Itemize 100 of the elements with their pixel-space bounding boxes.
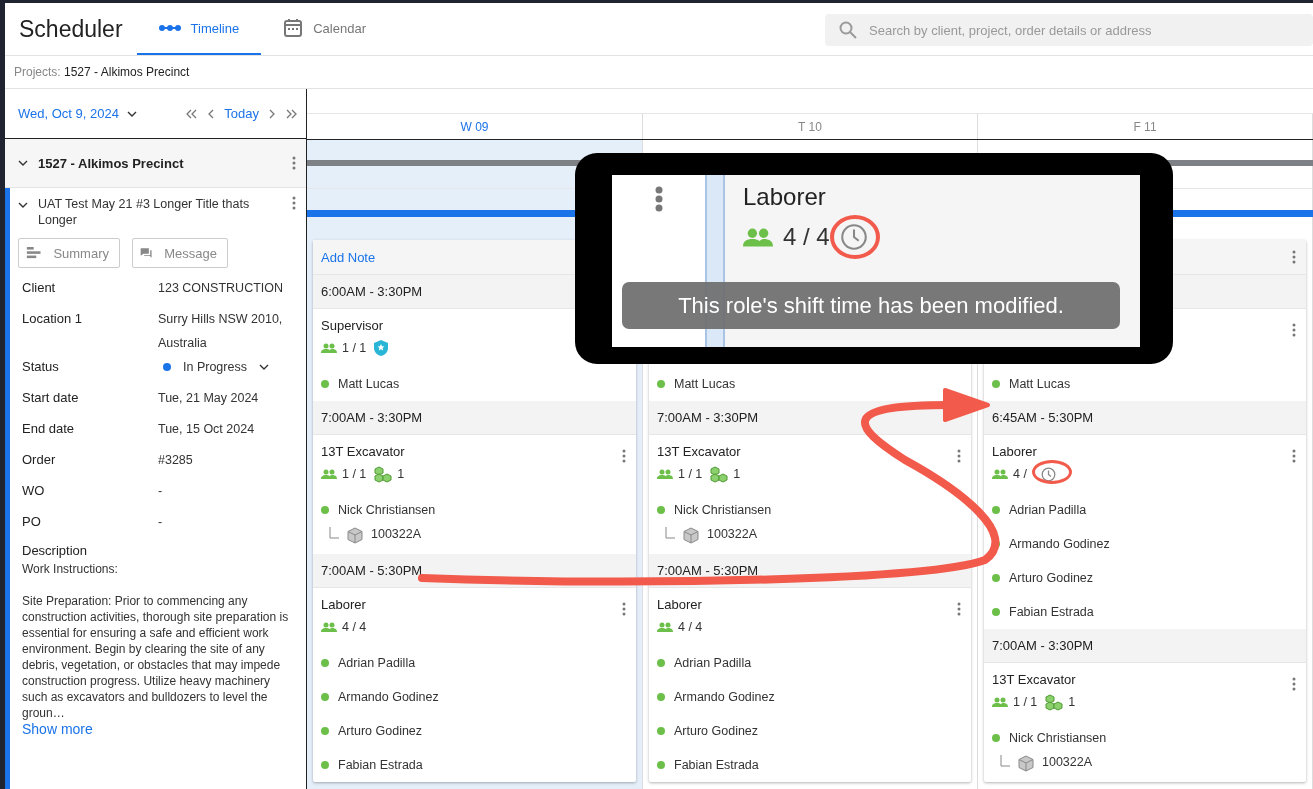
equipment-count: 1	[1068, 695, 1076, 709]
field-label: WO	[22, 482, 46, 500]
status-dot	[657, 761, 665, 769]
people-icon	[321, 622, 337, 632]
field-label: Status	[22, 358, 60, 376]
summary-icon	[26, 245, 42, 261]
field-label: Order	[22, 451, 57, 469]
search-field[interactable]: Search by client, project, order details or address	[825, 14, 1313, 46]
staff-count: 1 / 1	[342, 341, 367, 355]
description-text: Work Instructions:	[22, 561, 119, 577]
chevron-down-icon	[258, 364, 269, 370]
worker-name: Arturo Godinez	[1009, 571, 1094, 585]
worker-name: Matt Lucas	[674, 377, 736, 391]
today-button[interactable]: Today	[224, 106, 259, 121]
equipment-count: 1	[397, 467, 405, 481]
message-icon	[140, 245, 153, 261]
action-button[interactable]: Message	[132, 238, 228, 268]
equipment-id: 100322A	[371, 527, 422, 541]
calendar-icon	[283, 18, 304, 38]
worker-name: Nick Christiansen	[1009, 731, 1107, 745]
worker-name: Fabian Estrada	[1009, 605, 1094, 619]
more-icon[interactable]	[1292, 250, 1296, 264]
people-icon	[657, 622, 673, 632]
staff-count: 4 /	[1013, 467, 1027, 481]
more-icon[interactable]	[957, 602, 961, 616]
worker-name: Matt Lucas	[338, 377, 400, 391]
worker-name: Armando Godinez	[338, 690, 439, 704]
clock-icon	[839, 223, 868, 251]
people-icon	[992, 697, 1008, 707]
worker-name: Arturo Godinez	[674, 724, 759, 738]
chevron-left-icon[interactable]	[207, 108, 215, 119]
more-icon[interactable]	[1292, 677, 1296, 691]
cube-icon	[683, 527, 699, 544]
job-title: UAT Test May 21 #3 Longer Title thats Longer	[38, 196, 251, 228]
field-label: Client	[22, 279, 57, 297]
worker-name: Adrian Padilla	[674, 656, 752, 670]
app-title: Scheduler	[18, 14, 124, 44]
staff-count: 1 / 1	[342, 467, 367, 481]
clock-icon	[1040, 466, 1056, 482]
status-dot	[992, 506, 1000, 514]
people-icon	[321, 469, 337, 479]
more-icon[interactable]	[1292, 323, 1296, 337]
worker-name: Armando Godinez	[674, 690, 775, 704]
status-dot	[321, 380, 329, 388]
day-header: W 09	[307, 114, 643, 139]
cube-icon	[1018, 755, 1034, 772]
more-icon[interactable]	[622, 602, 626, 616]
chevron-down-icon[interactable]	[18, 202, 28, 208]
worker-name: Nick Christiansen	[674, 503, 772, 517]
status-dot	[657, 693, 665, 701]
cubes-icon	[1045, 693, 1064, 711]
more-icon[interactable]	[622, 449, 626, 463]
status-dot	[321, 727, 329, 735]
role-name: Laborer	[657, 597, 703, 612]
role-name: 13T Excavator	[321, 444, 406, 459]
field-value: Tue, 21 May 2024	[158, 390, 260, 407]
status-dot	[321, 693, 329, 701]
status-dot	[321, 659, 329, 667]
equipment-id: 100322A	[1042, 755, 1093, 769]
worker-name: Adrian Padilla	[338, 656, 416, 670]
breadcrumb: Projects: 1527 - Alkimos Precinct	[14, 65, 190, 79]
staff-count: 1 / 1	[1013, 695, 1038, 709]
tree-connector-icon	[665, 527, 675, 539]
double-chevron-right-icon[interactable]	[286, 108, 298, 119]
cubes-icon	[374, 465, 393, 483]
field-value: Tue, 15 Oct 2024	[158, 421, 256, 438]
role-name: Laborer	[992, 444, 1038, 459]
worker-name: Armando Godinez	[1009, 537, 1110, 551]
equipment-count: 1	[733, 467, 741, 481]
more-icon[interactable]	[292, 156, 296, 170]
status-dot	[321, 506, 329, 514]
date-picker[interactable]: Wed, Oct 9, 2024	[18, 106, 137, 121]
chevron-right-icon[interactable]	[269, 108, 276, 119]
project-title: 1527 - Alkimos Precinct	[38, 155, 184, 171]
cube-icon	[347, 527, 363, 544]
cubes-icon	[710, 465, 729, 483]
status-dot	[992, 380, 1000, 388]
double-chevron-left-icon[interactable]	[185, 108, 198, 119]
view-tab[interactable]: Timeline	[136, 3, 262, 55]
more-icon[interactable]	[1292, 449, 1296, 463]
action-button[interactable]: Summary	[18, 238, 120, 268]
shift-header: 7:00AM - 3:30PM	[984, 629, 1306, 663]
worker-name: Arturo Godinez	[338, 724, 423, 738]
staff-count: 4 / 4	[678, 620, 703, 634]
role-name: Supervisor	[321, 318, 385, 333]
shield-icon	[374, 340, 389, 356]
field-value: 123 CONSTRUCTION	[158, 280, 285, 297]
status-dropdown[interactable]: In Progress	[158, 355, 283, 379]
description-text: Site Preparation: Prior to commencing any construction activities, thorough site preparation is essential for ensuring a safe and efficient work environment. Begin by clearing the site of any debris, vegetation, or obstacles that may impede construction progress. Utilize heavy machinery such as excavators and bulldozers to level the groun…	[22, 593, 290, 721]
staff-count: 4 / 4	[783, 223, 830, 251]
more-icon[interactable]	[957, 449, 961, 463]
show-more-link[interactable]: Show more	[22, 721, 93, 737]
search-icon	[839, 21, 857, 39]
view-tab[interactable]: Calendar	[261, 3, 388, 55]
project-row[interactable]: 1527 - Alkimos Precinct	[5, 139, 306, 188]
more-icon[interactable]	[292, 196, 296, 210]
add-note-link[interactable]: Add Note	[321, 249, 376, 265]
worker-name: Fabian Estrada	[674, 758, 759, 772]
status-dot	[992, 734, 1000, 742]
tree-connector-icon	[329, 527, 339, 539]
